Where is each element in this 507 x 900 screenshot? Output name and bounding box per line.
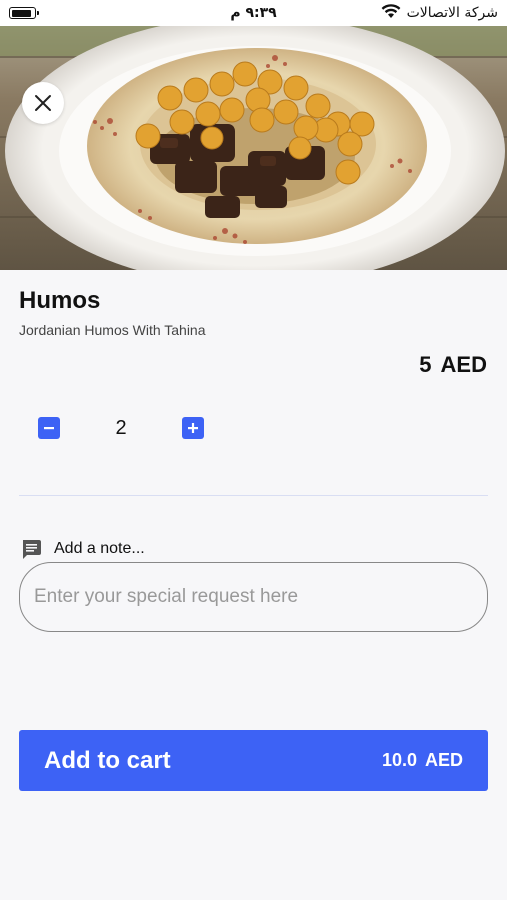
status-time: ٩:٣٩ م — [230, 5, 277, 21]
cart-total-amount: 10.0 — [381, 750, 417, 770]
decrement-button[interactable] — [38, 417, 60, 439]
status-right: شركة الاتصالات — [381, 3, 498, 23]
divider — [19, 495, 488, 496]
quantity-stepper: 2 — [38, 416, 204, 440]
note-header: Add a note... — [20, 538, 145, 560]
add-to-cart-label: Add to cart — [44, 746, 171, 774]
special-request-input[interactable] — [19, 562, 488, 632]
note-label: Add a note... — [54, 540, 145, 557]
carrier-name: شركة الاتصالات — [406, 5, 498, 21]
item-price-currency: AED — [440, 352, 487, 377]
item-price: 5 AED — [419, 352, 487, 378]
battery-icon — [9, 7, 39, 19]
message-icon — [23, 540, 41, 559]
cart-total: 10.0 AED — [382, 750, 463, 771]
close-button[interactable] — [22, 82, 64, 124]
status-bar: ٩:٣٩ م شركة الاتصالات — [0, 0, 507, 26]
battery-level — [11, 9, 32, 17]
item-subtitle: Jordanian Humos With Tahina — [19, 322, 206, 338]
cart-total-currency: AED — [424, 750, 463, 770]
wifi-icon — [381, 3, 401, 23]
plus-icon — [188, 423, 198, 433]
item-title: Humos — [19, 287, 101, 314]
item-price-amount: 5 — [419, 352, 432, 377]
quantity-value: 2 — [115, 416, 127, 439]
food-photo-icon — [0, 26, 507, 270]
close-icon — [35, 95, 51, 111]
food-photo — [0, 26, 507, 270]
increment-button[interactable] — [182, 417, 204, 439]
minus-icon — [44, 427, 54, 430]
add-to-cart-button[interactable]: Add to cart 10.0 AED — [19, 730, 488, 791]
